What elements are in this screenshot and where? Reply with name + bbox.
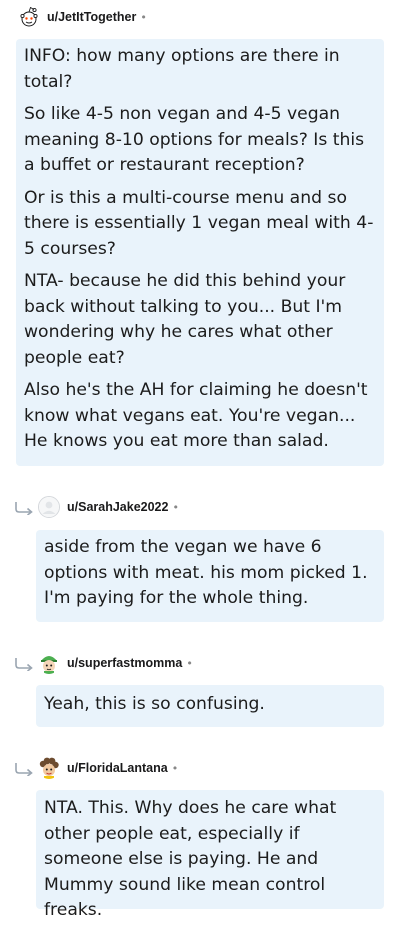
- reddit-snoo-icon[interactable]: [18, 6, 40, 28]
- reply-arrow-icon: [15, 763, 33, 776]
- comment-reply: u/SarahJake2022 • aside from the vegan w…: [0, 490, 400, 625]
- username[interactable]: u/FloridaLantana: [67, 761, 168, 775]
- comment-paragraph: aside from the vegan we have 6 options w…: [44, 537, 368, 608]
- reply-arrow-icon: [15, 502, 33, 515]
- green-hat-avatar-icon[interactable]: [38, 652, 60, 674]
- comment-body: Yeah, this is so confusing.: [36, 685, 384, 727]
- comment-body: aside from the vegan we have 6 options w…: [36, 530, 384, 622]
- comment-paragraph: INFO: how many options are there in tota…: [24, 46, 340, 92]
- separator-dot: •: [172, 500, 179, 514]
- comment-header: u/SarahJake2022 •: [38, 492, 179, 522]
- comment-header: u/superfastmomma •: [38, 648, 193, 678]
- comment-header: u/FloridaLantana •: [38, 753, 178, 783]
- separator-dot: •: [140, 10, 147, 24]
- comment-reply: u/FloridaLantana • NTA. This. Why does h…: [0, 753, 400, 920]
- separator-dot: •: [186, 656, 193, 670]
- reply-arrow-icon: [15, 658, 33, 671]
- blank-avatar-icon[interactable]: [38, 496, 60, 518]
- comment-header: u/JetItTogether •: [18, 2, 147, 32]
- username[interactable]: u/SarahJake2022: [67, 500, 168, 514]
- username[interactable]: u/JetItTogether: [47, 10, 136, 24]
- comment-paragraph: NTA- because he did this behind your bac…: [24, 271, 346, 368]
- comment-paragraph: NTA. This. Why does he care what other p…: [44, 798, 337, 920]
- username[interactable]: u/superfastmomma: [67, 656, 182, 670]
- curly-hair-avatar-icon[interactable]: [38, 757, 60, 779]
- comment-reply: u/superfastmomma • Yeah, this is so conf…: [0, 648, 400, 730]
- comment-paragraph: Or is this a multi-course menu and so th…: [24, 187, 374, 259]
- comment-paragraph: Also he's the AH for claiming he doesn't…: [24, 380, 368, 451]
- comment-body: INFO: how many options are there in tota…: [16, 39, 384, 466]
- comment-paragraph: Yeah, this is so confusing.: [44, 694, 265, 714]
- separator-dot: •: [171, 761, 179, 775]
- comment-paragraph: So like 4-5 non vegan and 4-5 vegan mean…: [24, 104, 365, 175]
- comment: u/JetItTogether • INFO: how many options…: [0, 0, 400, 470]
- comment-body: NTA. This. Why does he care what other p…: [36, 790, 384, 920]
